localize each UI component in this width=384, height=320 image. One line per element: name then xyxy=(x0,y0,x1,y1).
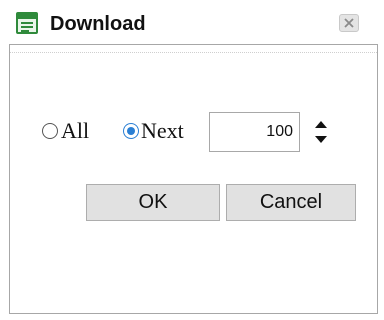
radio-all[interactable] xyxy=(42,123,58,139)
close-icon xyxy=(344,18,354,28)
radio-next-label[interactable]: Next xyxy=(141,118,184,144)
count-input[interactable]: 100 xyxy=(209,112,300,152)
download-dialog: Download All Next 100 OK Cancel xyxy=(0,0,384,320)
close-button[interactable] xyxy=(339,14,359,32)
cancel-button[interactable]: Cancel xyxy=(226,184,356,221)
radio-all-label[interactable]: All xyxy=(61,118,89,144)
spin-down-icon xyxy=(315,136,327,143)
document-list-icon xyxy=(16,12,38,34)
window-title: Download xyxy=(50,13,146,35)
radio-next[interactable] xyxy=(123,123,139,139)
spin-arrows-icon[interactable] xyxy=(311,115,331,149)
spin-up-icon xyxy=(315,121,327,128)
ok-button[interactable]: OK xyxy=(86,184,220,221)
title-bar[interactable]: Download xyxy=(0,0,384,44)
dialog-body: All Next 100 OK Cancel xyxy=(9,44,378,314)
divider xyxy=(10,52,377,53)
